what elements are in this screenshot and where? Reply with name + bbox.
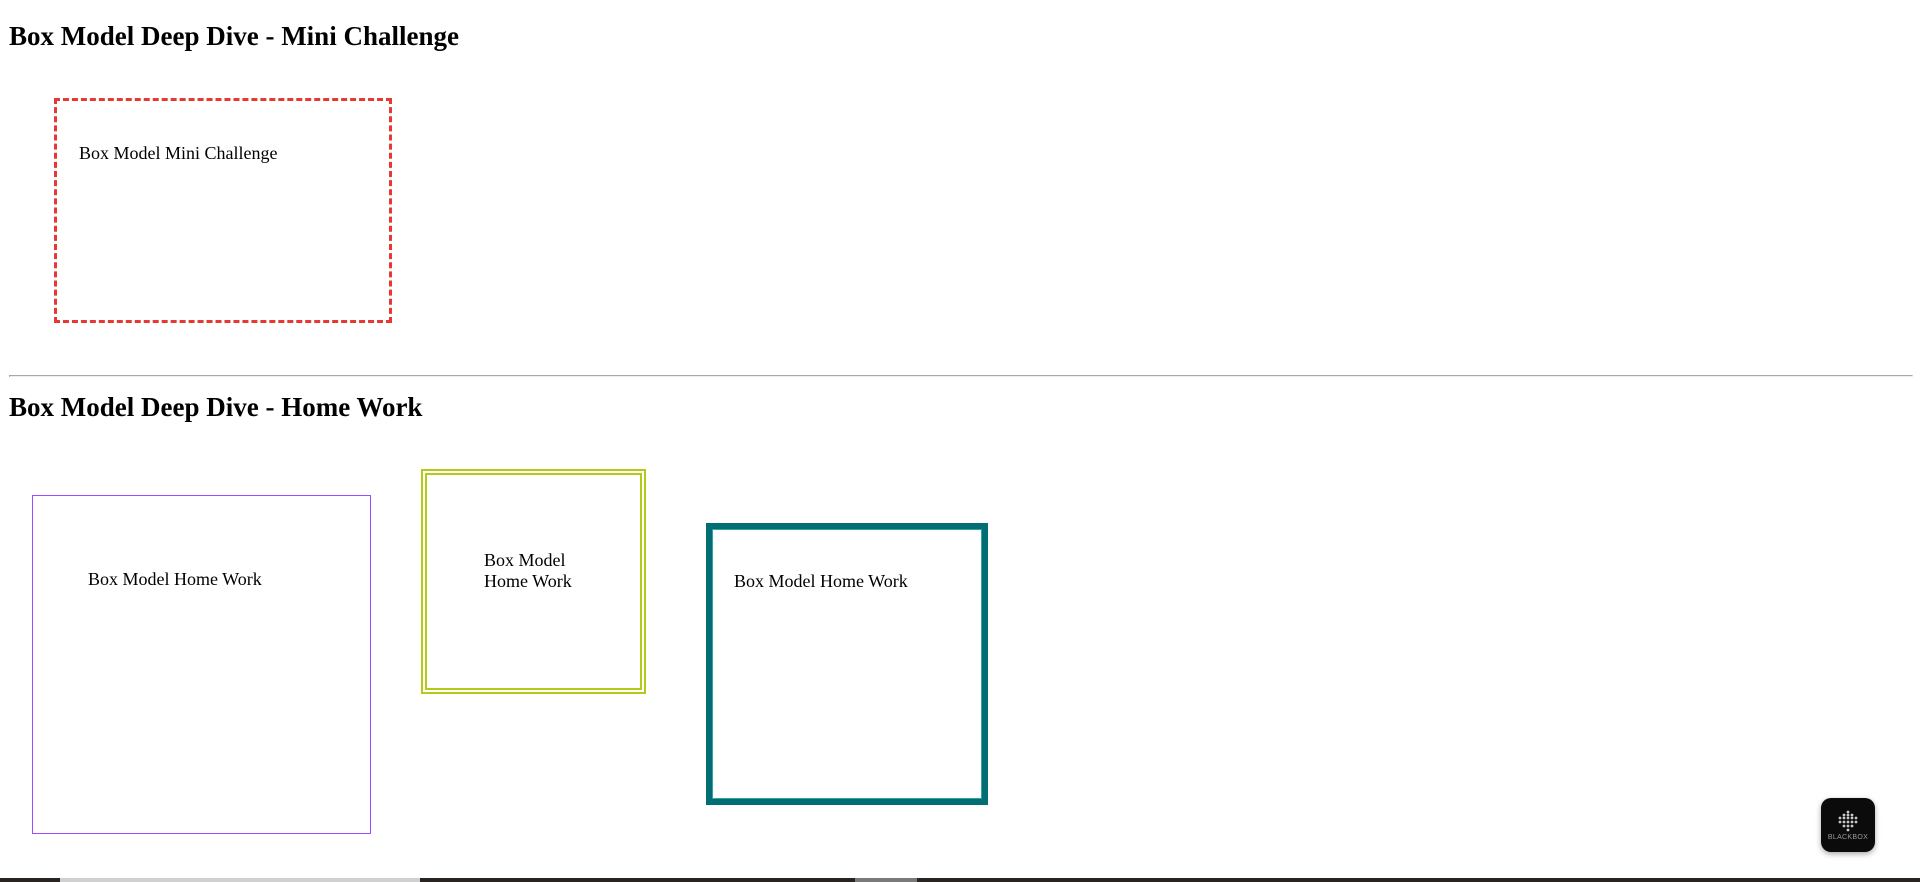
home-work-box-2-text: Box Model Home Work: [484, 550, 572, 591]
blackbox-label: BLACKBOX: [1827, 833, 1869, 841]
taskbar-segment: [855, 878, 917, 882]
section-divider: [9, 375, 1913, 377]
taskbar-strip: [0, 878, 1920, 882]
mini-challenge-box: Box Model Mini Challenge: [54, 98, 392, 323]
blackbox-logo-icon: [1838, 810, 1858, 831]
home-work-box-1: Box Model Home Work: [32, 495, 371, 834]
home-work-box-3-text: Box Model Home Work: [734, 571, 908, 591]
taskbar-segment: [60, 878, 420, 882]
home-work-box-3: Box Model Home Work: [706, 523, 988, 805]
home-work-heading: Box Model Deep Dive - Home Work: [9, 392, 423, 422]
blackbox-assistant-button[interactable]: BLACKBOX: [1821, 798, 1875, 852]
mini-challenge-box-text: Box Model Mini Challenge: [79, 143, 278, 163]
mini-challenge-heading: Box Model Deep Dive - Mini Challenge: [9, 21, 459, 51]
home-work-box-2: Box Model Home Work: [421, 469, 646, 694]
home-work-box-1-text: Box Model Home Work: [88, 569, 262, 589]
